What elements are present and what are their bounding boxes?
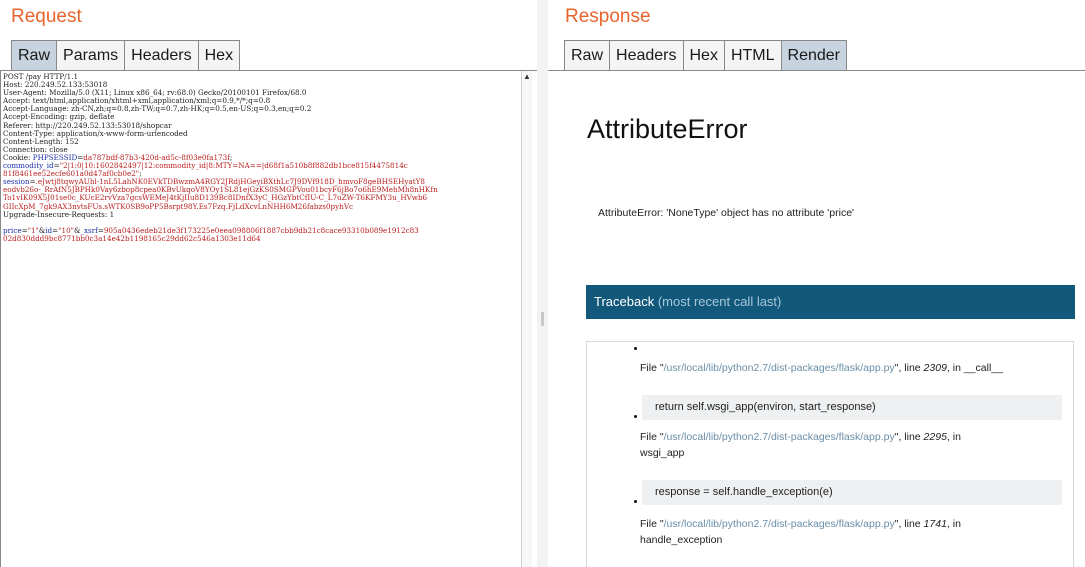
request-tabs: Raw Params Headers Hex (11, 40, 241, 71)
request-raw-line: Content-Length: 152 (3, 137, 517, 146)
request-pane: Request Raw Params Headers Hex POST /pay… (0, 0, 537, 567)
traceback-bullet-icon (634, 347, 637, 350)
request-tab-hex[interactable]: Hex (198, 40, 241, 71)
request-raw-segment: Upgrade-Insecure-Requests: 1 (3, 209, 115, 219)
request-raw-line: 02d830ddd9bc8771bb0c3a14e42b1198165c29dd… (3, 233, 517, 243)
traceback-frame-file: File "/usr/local/lib/python2.7/dist-pack… (640, 518, 961, 546)
response-tab-raw[interactable]: Raw (564, 40, 611, 71)
response-tab-hex[interactable]: Hex (683, 40, 725, 71)
splitter-grip-icon[interactable] (541, 312, 544, 326)
request-raw-line: Content-Type: application/x-www-form-url… (3, 129, 517, 138)
response-tabs: Raw Headers Hex HTML Render (564, 40, 847, 71)
request-scrollbar[interactable]: ▲ (521, 71, 532, 567)
traceback-list: File "/usr/local/lib/python2.7/dist-pack… (586, 341, 1074, 567)
traceback-frame-path[interactable]: /usr/local/lib/python2.7/dist-packages/f… (664, 362, 895, 374)
request-tab-params[interactable]: Params (57, 40, 126, 71)
response-pane: Response Raw Headers Hex HTML Render Att… (548, 0, 1085, 567)
traceback-bullet-icon (634, 415, 637, 418)
pane-splitter[interactable] (537, 0, 548, 567)
response-tab-html[interactable]: HTML (724, 40, 782, 71)
traceback-sublabel: (most recent call last) (657, 294, 782, 309)
error-message: AttributeError: 'NoneType' object has no… (598, 207, 855, 219)
response-render-view: AttributeError AttributeError: 'NoneType… (548, 71, 1085, 567)
traceback-bullet-icon (634, 500, 637, 503)
traceback-frame-path[interactable]: /usr/local/lib/python2.7/dist-packages/f… (664, 431, 895, 443)
traceback-code-line: response = self.handle_exception(e) (642, 480, 1062, 505)
traceback-frame-path[interactable]: /usr/local/lib/python2.7/dist-packages/f… (664, 518, 895, 530)
response-tab-render[interactable]: Render (781, 40, 847, 71)
request-raw-line: Upgrade-Insecure-Requests: 1 (3, 209, 517, 219)
error-title: AttributeError (587, 114, 748, 144)
response-tab-headers[interactable]: Headers (610, 40, 684, 71)
request-raw-segment: 02d830ddd9bc8771bb0c3a14e42b1198165c29dd… (3, 233, 261, 243)
response-title: Response (565, 6, 651, 27)
request-raw-editor[interactable]: POST /pay HTTP/1.1 Host: 220.249.52.133:5… (0, 71, 520, 567)
traceback-header: Traceback (most recent call last) (586, 285, 1075, 319)
request-tab-raw[interactable]: Raw (11, 40, 58, 71)
traceback-frame-file: File "/usr/local/lib/python2.7/dist-pack… (640, 362, 1003, 374)
traceback-frame-file: File "/usr/local/lib/python2.7/dist-pack… (640, 431, 961, 459)
traceback-code-line: return self.wsgi_app(environ, start_resp… (642, 395, 1062, 420)
request-title: Request (11, 6, 82, 27)
scroll-up-arrow-icon[interactable]: ▲ (523, 73, 531, 81)
request-tab-headers[interactable]: Headers (125, 40, 199, 71)
traceback-label: Traceback (594, 294, 655, 309)
